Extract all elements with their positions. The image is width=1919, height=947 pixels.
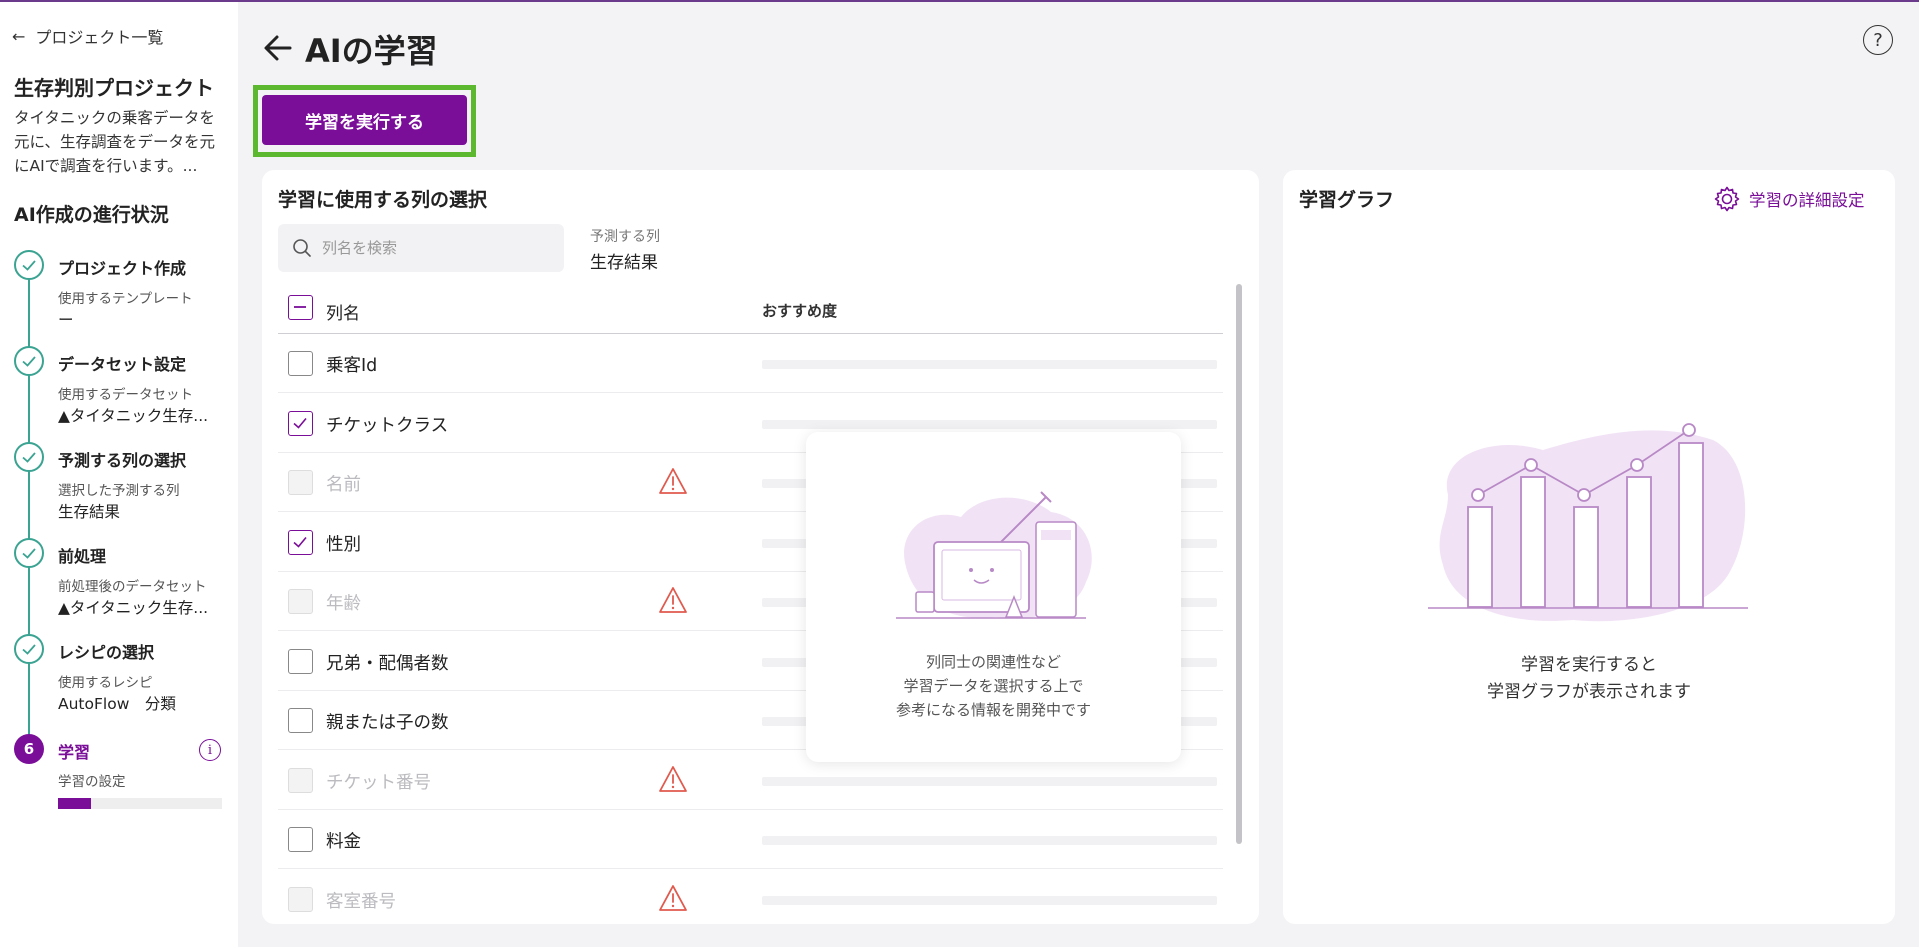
step-title: 前処理 [58, 547, 107, 566]
back-to-projects-label: プロジェクト一覧 [35, 28, 164, 47]
dev-line: 参考になる情報を開発中です [895, 701, 1091, 719]
column-search-box[interactable] [278, 224, 564, 272]
row-checkbox [288, 470, 313, 495]
predict-column-label: 予測する列 [590, 229, 660, 245]
search-icon [293, 239, 311, 257]
step-sub: 使用するレシピ [58, 675, 153, 691]
warning-icon[interactable] [658, 467, 688, 495]
check-icon [14, 442, 44, 472]
step-title: 予測する列の選択 [58, 451, 187, 470]
warning-icon[interactable] [658, 586, 688, 614]
step-sub: 学習の設定 [58, 774, 126, 790]
row-checkbox[interactable] [288, 708, 313, 733]
row-checkbox[interactable] [288, 351, 313, 376]
graph-message-line: 学習を実行すると [1521, 655, 1657, 675]
row-column-name: 客室番号 [326, 891, 396, 912]
project-title: 生存判別プロジェクト [14, 76, 214, 100]
sidebar: ← プロジェクト一覧 生存判別プロジェクト タイタニックの乗客データを元に、生存… [0, 2, 238, 947]
row-column-name: 名前 [326, 475, 361, 495]
panel-title: 学習に使用する列の選択 [278, 189, 488, 211]
dev-line: 列同士の関連性など [925, 653, 1061, 671]
warning-icon[interactable] [658, 765, 688, 793]
gear-icon [1714, 186, 1740, 212]
warning-icon[interactable] [658, 884, 688, 912]
step-value: ー [58, 311, 74, 329]
check-icon [14, 250, 44, 280]
recommendation-bar [762, 836, 1217, 845]
dev-line: 学習データを選択する上で [903, 677, 1084, 695]
row-column-name: 親または子の数 [326, 713, 449, 733]
check-icon [14, 538, 44, 568]
row-column-name: チケット番号 [326, 772, 431, 793]
row-checkbox[interactable] [288, 648, 313, 674]
row-checkbox [288, 589, 313, 614]
training-graph-panel: 学習グラフ 学習の詳細設定 学習を実行すると 学習グラフが表示されます [1283, 170, 1895, 924]
run-training-button[interactable]: 学習を実行する [262, 95, 467, 145]
step-number: 6 [14, 734, 44, 764]
check-icon [14, 634, 44, 664]
step-title: レシピの選択 [58, 643, 155, 662]
row-column-name: 料金 [326, 832, 361, 852]
recommendation-bar [762, 419, 1217, 429]
column-search-input[interactable] [322, 239, 542, 257]
help-icon[interactable]: ? [1863, 25, 1893, 55]
row-column-name: チケットクラス [326, 415, 449, 436]
table-row[interactable]: 客室番号 [278, 870, 1223, 925]
in-development-card: 列同士の関連性など 学習データを選択する上で 参考になる情報を開発中です [806, 432, 1181, 762]
select-all-checkbox[interactable] [288, 295, 313, 320]
row-checkbox [288, 767, 313, 793]
top-accent-line [0, 0, 1919, 2]
row-column-name: 年齢 [326, 594, 361, 614]
step-value: ▲タイタニック生存... [58, 599, 209, 617]
training-settings-link[interactable]: 学習の詳細設定 [1713, 185, 1865, 213]
table-row[interactable]: 乗客Id [278, 334, 1223, 393]
row-column-name: 性別 [326, 534, 361, 555]
in-development-message: 列同士の関連性など 学習データを選択する上で 参考になる情報を開発中です [806, 650, 1181, 722]
graph-empty-message: 学習を実行すると 学習グラフが表示されます [1283, 652, 1895, 706]
arrow-left-icon: ← [12, 26, 26, 46]
step-title: プロジェクト作成 [58, 259, 187, 278]
training-settings-label: 学習の詳細設定 [1749, 191, 1865, 210]
step-progress-bar [58, 798, 222, 809]
back-arrow-icon[interactable] [262, 32, 294, 64]
step-progress-fill [58, 798, 91, 809]
bar-graph-illustration-icon [1428, 423, 1748, 622]
step-title: データセット設定 [58, 355, 187, 374]
predict-column-value: 生存結果 [590, 253, 658, 273]
progress-title: AI作成の進行状況 [14, 204, 169, 226]
recommendation-bar [762, 776, 1217, 786]
info-icon[interactable]: i [199, 739, 221, 761]
panel-title: 学習グラフ [1299, 189, 1395, 211]
step-value: 生存結果 [58, 503, 121, 521]
step-sub: 選択した予測する列 [58, 483, 180, 499]
row-column-name: 兄弟・配偶者数 [326, 653, 449, 674]
step-value: AutoFlow 分類 [58, 695, 176, 713]
row-checkbox [288, 886, 313, 912]
project-description: タイタニックの乗客データを元に、生存調査をデータを元にAIで調査を行います。..… [14, 109, 216, 175]
progress-line [28, 270, 30, 740]
table-header: 列名 おすすめ度 [278, 282, 1223, 334]
recommendation-bar [762, 360, 1217, 369]
row-column-name: 乗客Id [326, 356, 378, 376]
computer-illustration-icon [896, 491, 1092, 619]
step-sub: 前処理後のデータセット [58, 579, 207, 595]
column-selection-panel: 学習に使用する列の選択 予測する列 生存結果 列名 おすすめ度 乗客Id チケット… [262, 170, 1259, 924]
row-checkbox[interactable] [288, 827, 313, 852]
page-title: AIの学習 [305, 32, 438, 70]
table-row[interactable]: 料金 [278, 810, 1223, 869]
step-title: 学習 [58, 743, 91, 762]
row-checkbox[interactable] [288, 410, 313, 436]
step-sub: 使用するテンプレート [58, 291, 193, 307]
recommendation-bar [762, 895, 1217, 905]
back-to-projects-link[interactable]: ← プロジェクト一覧 [12, 24, 163, 48]
check-icon [14, 346, 44, 376]
graph-message-line: 学習グラフが表示されます [1487, 682, 1691, 702]
row-checkbox[interactable] [288, 529, 313, 555]
table-scrollbar[interactable] [1236, 284, 1242, 844]
step-value: ▲タイタニック生存... [58, 407, 209, 425]
header-column-name: 列名 [326, 304, 360, 324]
step-sub: 使用するデータセット [58, 387, 193, 403]
header-recommendation: おすすめ度 [762, 302, 838, 320]
